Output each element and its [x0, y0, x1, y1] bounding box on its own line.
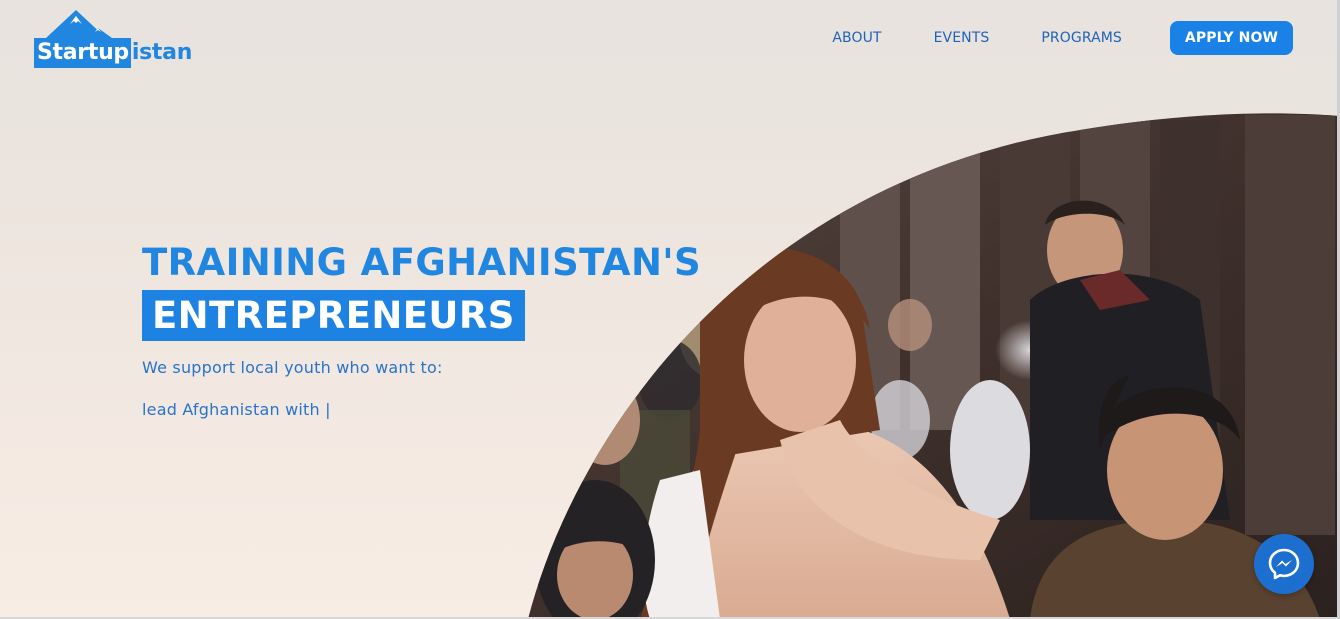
logo[interactable]: Startup istan	[34, 10, 194, 70]
nav-item-programs[interactable]: PROGRAMS	[1041, 30, 1122, 46]
apply-now-button[interactable]: APPLY NOW	[1169, 21, 1293, 55]
messenger-chat-button[interactable]	[1254, 534, 1314, 594]
nav-item-events[interactable]: EVENTS	[934, 30, 990, 46]
hero-typed-text: lead Afghanistan with |	[142, 400, 331, 419]
hero-subtitle: We support local youth who want to:	[142, 358, 443, 377]
logo-wordmark: Startup istan	[34, 38, 192, 68]
main-nav: ABOUT EVENTS PROGRAMS APPLY NOW	[832, 21, 1293, 55]
hero-highlight: ENTREPRENEURS	[142, 290, 525, 341]
messenger-icon	[1268, 548, 1300, 580]
logo-rest-text: istan	[131, 40, 193, 65]
nav-item-about[interactable]: ABOUT	[832, 30, 881, 46]
hero-headline: TRAINING AFGHANISTAN'S	[142, 241, 702, 284]
logo-box-text: Startup	[34, 38, 131, 68]
